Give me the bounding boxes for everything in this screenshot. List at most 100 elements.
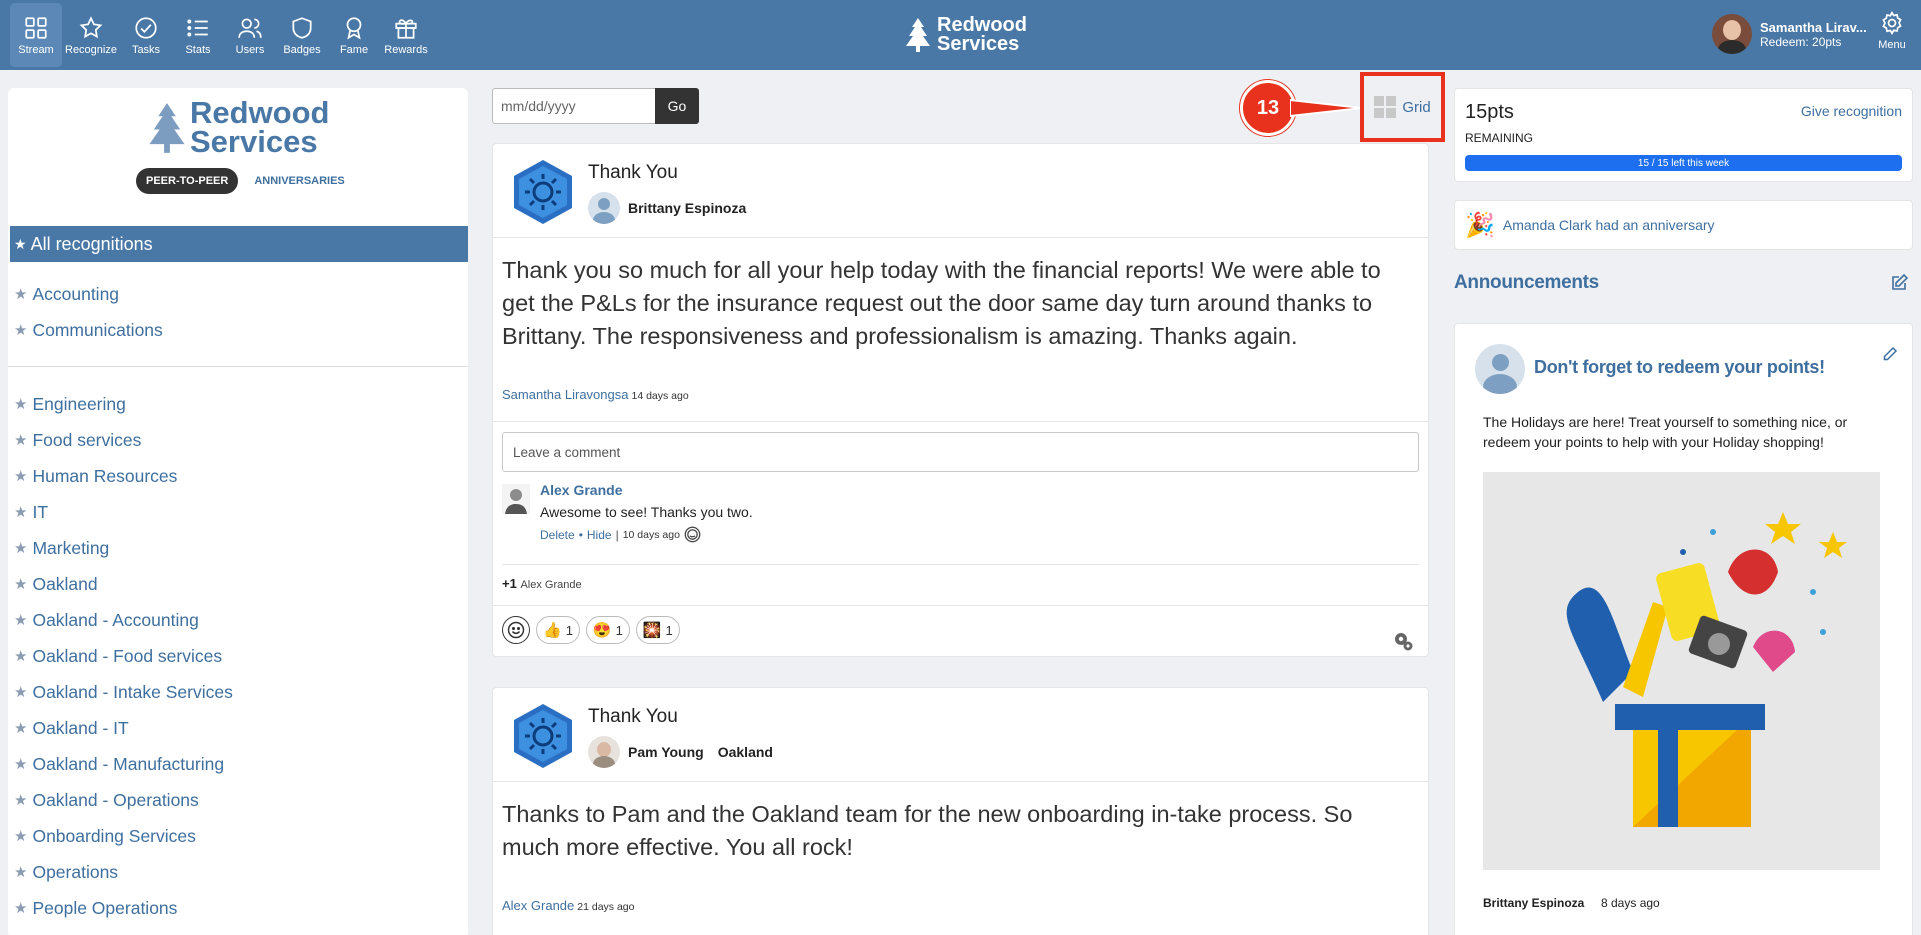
sidebar-item[interactable]: ★ Operations [14,854,233,890]
comment-author[interactable]: Alex Grande [540,482,622,498]
edit-announcements-icon[interactable] [1890,272,1910,292]
star-icon[interactable]: ★ [14,503,27,521]
sidebar-item[interactable]: ★ Accounting [14,276,163,312]
nav-rewards[interactable]: Rewards [380,3,432,67]
reaction-heart-eyes[interactable]: 😍 1 [585,616,630,644]
sidebar-item-label: Oakland - Operations [32,789,199,810]
divider [493,421,1428,422]
date-filter: mm/dd/yyyy Go [492,88,699,124]
announcement-image [1483,472,1880,870]
post-settings-gear-icon[interactable] [1392,630,1414,652]
star-icon[interactable]: ★ [14,863,27,881]
sidebar-item[interactable]: ★ People Operations [14,890,233,926]
grid-view-toggle[interactable]: Grid [1360,72,1445,142]
sidebar-brand-logo: Redwood Services [148,97,330,157]
reaction-count: 1 [615,622,623,638]
nav-users[interactable]: Users [224,3,276,67]
announcement-text: The Holidays are here! Treat yourself to… [1483,414,1848,450]
go-button[interactable]: Go [655,88,699,124]
sidebar-item[interactable]: ★ Oakland [14,566,233,602]
grid-icon [1374,96,1397,118]
recognition-post: Thank You Pam Young Oakland Thanks to Pa… [492,687,1429,935]
post-recipient[interactable]: Pam Young Oakland [588,736,773,768]
announcement-title[interactable]: Don't forget to redeem your points! [1534,357,1825,378]
post-time: 21 days ago [577,901,635,913]
comment-time: 10 days ago [622,528,680,541]
post-recipient[interactable]: Brittany Espinoza [588,192,746,224]
sidebar-item[interactable]: ★ Engineering [14,386,233,422]
pencil-icon[interactable] [1882,346,1898,362]
star-icon[interactable]: ★ [14,683,27,701]
nav-badges[interactable]: Badges [276,3,328,67]
hide-comment-link[interactable]: Hide [587,528,612,542]
nav-stream[interactable]: Stream [10,3,62,67]
star-icon[interactable]: ★ [14,431,27,449]
star-icon[interactable]: ★ [14,539,27,557]
reaction-thumbs-up[interactable]: 👍 1 [536,616,580,644]
star-icon[interactable]: ★ [14,467,27,485]
nav-label: Users [235,43,265,56]
plus-one-name[interactable]: Alex Grande [520,579,581,591]
star-icon[interactable]: ★ [14,755,27,773]
comment-text: Awesome to see! Thanks you two. [540,504,753,520]
star-icon[interactable]: ★ [14,395,27,413]
plus-one-count: +1 [502,576,517,591]
give-recognition-link[interactable]: Give recognition [1801,103,1902,119]
sidebar-item-label: Onboarding Services [32,825,196,846]
star-icon[interactable]: ★ [14,719,27,737]
nav-stats[interactable]: Stats [172,3,224,67]
star-icon[interactable]: ★ [14,899,27,917]
nav-recognize[interactable]: Recognize [65,3,117,67]
sidebar-item[interactable]: ★ Human Resources [14,458,233,494]
sidebar-item-label: Human Resources [32,465,178,486]
gear-icon [1882,11,1902,35]
anniversary-card[interactable]: 🎉 Amanda Clark had an anniversary [1454,200,1913,250]
star-icon[interactable]: ★ [14,321,27,339]
avatar [1712,14,1752,54]
nav-fame[interactable]: Fame [328,3,380,67]
sidebar-item[interactable]: ★ Oakland - Manufacturing [14,746,233,782]
sidebar-item[interactable]: ★ Oakland - Accounting [14,602,233,638]
step-number-badge: 13 [1240,80,1296,136]
sidebar-item-label: Oakland - IT [32,717,129,738]
tree-icon [906,18,930,52]
sidebar-item[interactable]: ★ Oakland - Operations [14,782,233,818]
delete-comment-link[interactable]: Delete [540,528,575,542]
sidebar-item[interactable]: ★ Onboarding Services [14,818,233,854]
sidebar-item[interactable]: ★ Oakland - IT [14,710,233,746]
avatar [1475,344,1525,394]
date-input[interactable]: mm/dd/yyyy [492,88,655,124]
sidebar-item[interactable]: ★ Food services [14,422,233,458]
brand-logo-top[interactable]: Redwood Services [905,15,1027,54]
sidebar-item-all-recognitions[interactable]: ★ All recognitions [10,226,468,262]
sidebar-item[interactable]: ★ Oakland - Food services [14,638,233,674]
star-icon[interactable]: ★ [14,647,27,665]
tab-anniversaries[interactable]: ANNIVERSARIES [254,175,344,187]
recipient-name: Brittany Espinoza [628,200,747,216]
star-icon[interactable]: ★ [14,791,27,809]
nav-tasks[interactable]: Tasks [120,3,172,67]
post-meta: Samantha Liravongsa 14 days ago [502,387,689,402]
comment-input[interactable]: Leave a comment [502,432,1419,472]
divider [493,237,1428,238]
avatar [588,192,620,224]
author-link[interactable]: Alex Grande [502,898,574,913]
user-profile[interactable]: Samantha Lirav... Redeem: 20pts [1712,14,1867,54]
recognition-post: Thank You Brittany Espinoza Thank you so… [492,143,1429,657]
tab-peer-to-peer[interactable]: PEER-TO-PEER [136,168,239,194]
reaction-fireworks[interactable]: 🎇 1 [635,616,680,644]
star-icon[interactable]: ★ [14,827,27,845]
star-icon[interactable]: ★ [14,285,27,303]
smiley-icon[interactable] [684,526,701,543]
author-link[interactable]: Samantha Liravongsa [502,387,628,402]
add-reaction-button[interactable] [502,616,530,644]
sidebar-item[interactable]: ★ IT [14,494,233,530]
sidebar-item[interactable]: ★ Oakland - Intake Services [14,674,233,710]
sidebar-item[interactable]: ★ Marketing [14,530,233,566]
star-icon[interactable]: ★ [14,575,27,593]
star-icon[interactable]: ★ [14,611,27,629]
points-remaining-label: REMAINING [1465,131,1534,145]
comment-actions: Delete • Hide | 10 days ago [540,526,701,543]
sidebar-item[interactable]: ★ Communications [14,312,163,348]
menu-button[interactable]: Menu [1872,10,1912,60]
